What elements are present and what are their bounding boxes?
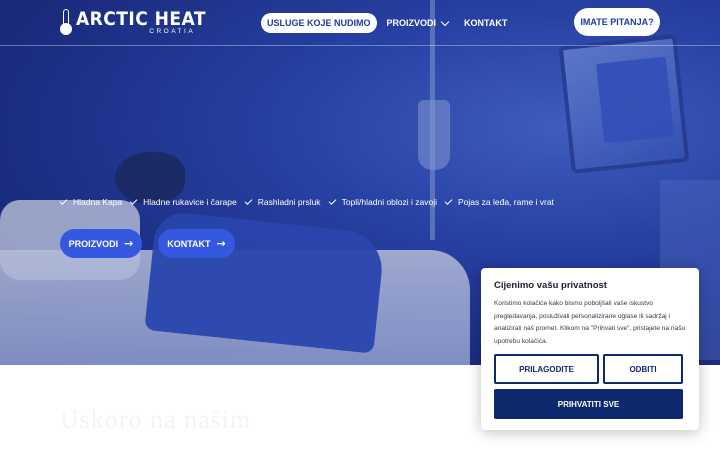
products-button-label: PROIZVODI [68, 238, 119, 249]
main-nav: USLUGE KOJE NUDIMO PROIZVODI KONTAKT [261, 13, 517, 33]
feature-item: Pojas za leđa, rame i vrat [444, 196, 554, 207]
chevron-down-icon [440, 17, 450, 26]
check-icon [129, 196, 138, 205]
check-icon [328, 196, 336, 205]
reject-button[interactable]: ODBITI [603, 354, 683, 384]
feature-label: Rashladni prsluk [257, 197, 321, 207]
nav-item-products[interactable]: PROIZVODI [381, 13, 455, 33]
feature-label: Hladne rukavice i čarape [143, 197, 237, 207]
feature-item: Topli/hladni oblozi i zavoji [328, 196, 438, 207]
feature-label: Topli/hladni oblozi i zavoji [341, 197, 438, 207]
customize-button[interactable]: PRILAGODITE [494, 354, 599, 384]
cookie-text: Koristimo kolačiće kako bismo poboljšali… [494, 300, 686, 345]
section-heading: Uskoro na našim [60, 405, 252, 434]
site-header: ARCTIC HEAT CROATIA USLUGE KOJE NUDIMO P… [0, 0, 720, 46]
thermometer-icon [60, 9, 72, 35]
accept-all-button[interactable]: PRIHVATITI SVE [494, 389, 683, 419]
questions-button[interactable]: IMATE PITANJA? [574, 8, 660, 36]
feature-item: Rashladni prsluk [244, 196, 321, 207]
nav-item-contact[interactable]: KONTAKT [458, 13, 513, 33]
logo[interactable]: ARCTIC HEAT CROATIA [60, 9, 220, 37]
check-icon [444, 196, 453, 205]
arrow-right-icon: → [216, 237, 226, 250]
check-icon [244, 196, 253, 205]
feature-label: Hladna Kapa [73, 197, 123, 207]
cookie-title: Cijenimo vašu privatnost [494, 280, 607, 291]
contact-button[interactable]: KONTAKT → [158, 229, 235, 258]
feature-list: Hladna Kapa Hladne rukavice i čarape Ras… [59, 196, 562, 207]
logo-name: ARCTIC HEAT [76, 8, 206, 30]
logo-text: ARCTIC HEAT CROATIA [76, 9, 220, 36]
check-icon [59, 196, 68, 205]
nav-item-products-label: PROIZVODI [386, 18, 437, 28]
contact-button-label: KONTAKT [167, 238, 211, 249]
feature-item: Hladna Kapa [59, 196, 123, 207]
products-button[interactable]: PROIZVODI → [60, 229, 142, 258]
feature-item: Hladne rukavice i čarape [129, 196, 237, 207]
nav-item-services[interactable]: USLUGE KOJE NUDIMO [261, 13, 377, 33]
arrow-right-icon: → [124, 237, 134, 250]
cookie-consent-dialog: Cijenimo vašu privatnost Koristimo kolač… [481, 268, 699, 430]
feature-label: Pojas za leđa, rame i vrat [458, 197, 554, 207]
